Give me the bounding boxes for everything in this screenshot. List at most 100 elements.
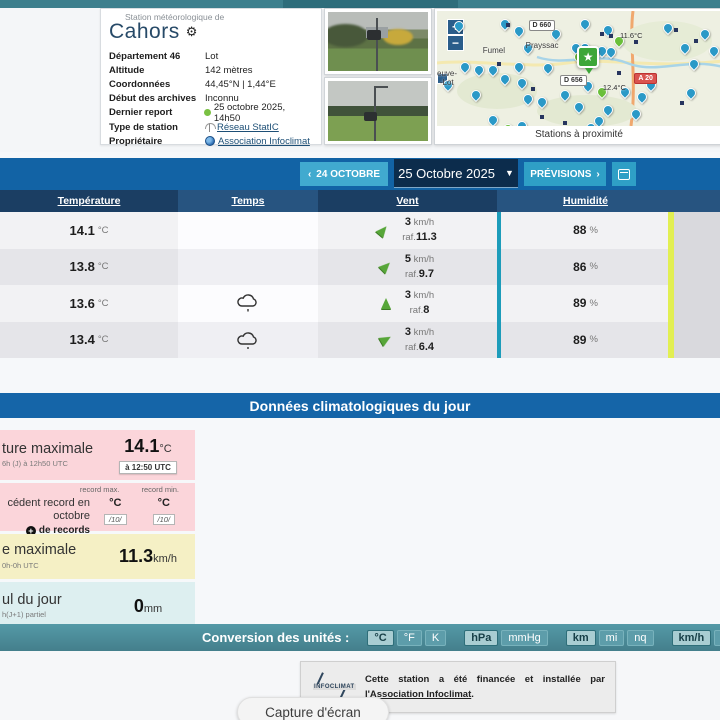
map-dot-icon — [609, 34, 613, 38]
column-separator-yellow — [668, 212, 674, 358]
map-caption: Stations à proximité — [437, 126, 720, 142]
unit-group: km/hm/snds — [672, 630, 720, 646]
records-label: cédent record en octobre — [2, 497, 90, 523]
temp-max-time-badge: à 12:50 UTC — [119, 461, 177, 474]
chevron-down-icon: ▼ — [505, 168, 514, 178]
map-road-badge: A 20 — [634, 73, 657, 84]
nearby-stations-map: + − 11.6°C13.3°C12.4°CFumelPrayssaceuve-… — [434, 8, 720, 145]
unit-group: °C°FK — [367, 630, 446, 646]
calendar-button[interactable] — [612, 162, 636, 186]
header-humidite[interactable]: Humidité — [497, 190, 674, 212]
previous-day-button[interactable]: ‹ 24 OCTOBRE — [300, 162, 388, 186]
unit-button[interactable]: °C — [367, 630, 393, 646]
map-dot-icon — [674, 28, 678, 32]
globe-icon — [205, 136, 215, 146]
map-dot-icon — [694, 39, 698, 43]
unit-group: hPammHg — [464, 630, 548, 646]
unit-button[interactable]: km/h — [672, 630, 712, 646]
climatology-banner: Données climatologiques du jour — [0, 393, 720, 418]
online-status-icon — [204, 109, 211, 116]
header-spacer — [674, 190, 720, 212]
unit-button[interactable]: nq — [627, 630, 653, 646]
table-row: 14.1°C 3 km/hraf.11.3 88% — [0, 212, 720, 249]
map-dot-icon — [563, 121, 567, 125]
temp-max-value: 14.1 — [124, 436, 159, 456]
map-dot-icon — [506, 23, 510, 27]
unit-button[interactable]: mi — [599, 630, 625, 646]
unit-button[interactable]: km — [566, 630, 596, 646]
station-photo-2[interactable] — [324, 77, 432, 145]
unit-button[interactable]: mmHg — [501, 630, 547, 646]
temp-max-subtitle: 6h (J) à 12h50 UTC — [2, 459, 93, 468]
date-select[interactable]: 25 Octobre 2025 ▼ — [394, 159, 518, 188]
cloud-icon — [235, 330, 261, 350]
chevron-right-icon: › — [596, 169, 599, 180]
map-town-label: euve- — [437, 69, 457, 78]
unit-button[interactable]: °F — [397, 630, 422, 646]
record-min-header: record min. — [141, 485, 179, 494]
table-header-row: Température Temps Vent Humidité — [0, 190, 720, 212]
observations-table: Température Temps Vent Humidité 14.1°C 3… — [0, 190, 720, 358]
station-info-card: Station météorologique de Cahors ⚙ Dépar… — [100, 8, 322, 145]
map-town-label: -Lot — [440, 78, 454, 87]
association-link[interactable]: Association Infoclimat — [218, 136, 310, 147]
station-page: Station météorologique de Cahors ⚙ Dépar… — [0, 0, 720, 720]
wind-direction-icon — [379, 333, 394, 347]
gust-max-value: 11.3 — [119, 546, 153, 566]
top-teal-bar — [0, 0, 720, 8]
header-temps[interactable]: Temps — [178, 190, 318, 212]
rain-subtitle: h(J+1) partiel — [2, 610, 62, 619]
reseau-static-link[interactable]: Réseau StatIC — [217, 122, 279, 133]
column-separator-teal — [497, 212, 501, 358]
date-navigation-bar: ‹ 24 OCTOBRE 25 Octobre 2025 ▼ PRÉVISION… — [0, 158, 720, 190]
header-temperature[interactable]: Température — [0, 190, 178, 212]
map-dot-icon — [600, 32, 604, 36]
wind-direction-icon — [381, 298, 391, 309]
wind-direction-icon — [378, 259, 393, 274]
header-vent[interactable]: Vent — [318, 190, 497, 212]
temp-max-panel: ture maximale 6h (J) à 12h50 UTC 14.1°C … — [0, 430, 195, 480]
unit-button[interactable]: K — [425, 630, 446, 646]
record-max-header: record max. — [80, 485, 120, 494]
record-min-value: °C — [153, 497, 176, 509]
field-coordonnees: Coordonnées 44,45°N | 1,44°E — [109, 77, 313, 91]
map-town-label: Fumel — [483, 46, 505, 55]
table-row: 13.8°C 5 km/hraf.9.7 86% — [0, 249, 720, 286]
map-zoom-out-button[interactable]: − — [447, 35, 464, 51]
temp-max-title: ture maximale — [2, 442, 93, 458]
unit-button[interactable]: m/s — [714, 630, 720, 646]
station-photo-1[interactable] — [324, 8, 432, 75]
top-section: Station météorologique de Cahors ⚙ Dépar… — [0, 8, 720, 152]
map-dot-icon — [634, 40, 638, 44]
selected-station-marker-icon[interactable]: ★ — [577, 46, 599, 68]
conversion-label: Conversion des unités : — [202, 630, 349, 645]
forecast-button[interactable]: PRÉVISIONS › — [524, 162, 606, 186]
map-temperature-label: 12.4°C — [603, 83, 626, 92]
screenshot-button[interactable]: Capture d'écran — [237, 697, 389, 720]
map-canvas[interactable]: + − 11.6°C13.3°C12.4°CFumelPrayssaceuve-… — [437, 11, 720, 126]
antenna-icon — [205, 123, 214, 132]
notice-text: Cette station a été financée et installé… — [365, 672, 605, 702]
map-dot-icon — [497, 62, 501, 66]
map-dot-icon — [540, 115, 544, 119]
gust-max-subtitle: 0h-0h UTC — [2, 561, 76, 570]
unit-button[interactable]: hPa — [464, 630, 498, 646]
rain-value: 0 — [134, 596, 144, 616]
table-row: 13.4°C 3 km/hraf.6.4 89% — [0, 322, 720, 359]
gust-max-title: e maximale — [2, 543, 76, 559]
field-proprietaire: Propriétaire Association Infoclimat — [109, 134, 313, 148]
cloud-drizzle-icon — [235, 293, 261, 313]
record-max-value: °C — [104, 497, 127, 509]
map-road-badge: D 656 — [560, 75, 587, 86]
field-dernier-report: Dernier report 25 octobre 2025, 14h50 — [109, 106, 313, 120]
gear-icon[interactable]: ⚙ — [186, 24, 198, 40]
conversion-groups: °C°FKhPammHgkmminqkm/hm/sndsmmin — [367, 630, 720, 646]
rain-title: ul du jour — [2, 593, 62, 609]
map-dot-icon — [531, 87, 535, 91]
rain-panel: ul du jour h(J+1) partiel 0mm — [0, 582, 195, 630]
table-row: 13.6°C 3 km/hraf.8 89% — [0, 285, 720, 322]
unit-conversion-bar: Conversion des unités : °C°FKhPammHgkmmi… — [0, 624, 720, 651]
map-town-label: Prayssac — [526, 41, 559, 50]
chevron-left-icon: ‹ — [308, 169, 311, 180]
map-dot-icon — [680, 101, 684, 105]
